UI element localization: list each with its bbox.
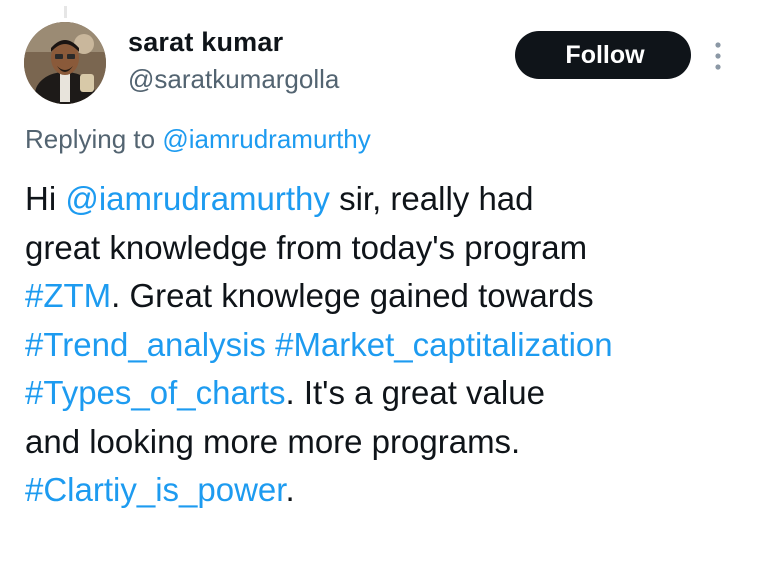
avatar[interactable] (24, 22, 106, 104)
hashtag-link[interactable]: #ZTM (25, 277, 111, 314)
follow-button[interactable]: Follow (515, 31, 691, 79)
profile-photo-icon (24, 22, 106, 104)
tweet-text-segment: . (285, 471, 295, 508)
tweet-text-segment (266, 326, 275, 363)
tweet-line: #Clartiy_is_power. (25, 466, 755, 515)
hashtag-link[interactable]: #Clartiy_is_power (25, 471, 285, 508)
vertical-ellipsis-icon[interactable] (712, 41, 724, 71)
tweet-text-segment: . It's a great value (285, 374, 545, 411)
tweet-line: and looking more more programs. (25, 418, 755, 467)
tweet-text: Hi @iamrudramurthy sir, really had great … (25, 175, 755, 515)
hashtag-link[interactable]: #Types_of_charts (25, 374, 286, 411)
mention-link[interactable]: @iamrudramurthy (65, 180, 330, 217)
user-handle[interactable]: @saratkumargolla (128, 64, 339, 95)
display-name[interactable]: sarat kumar (128, 27, 283, 58)
hashtag-link[interactable]: #Market_captitalization (275, 326, 613, 363)
replying-to-line: Replying to @iamrudramurthy (25, 124, 371, 155)
tweet-line: Hi @iamrudramurthy sir, really had (25, 175, 755, 224)
tweet-text-segment: . Great knowlege gained towards (111, 277, 594, 314)
tweet-text-segment: and looking more more programs. (25, 422, 521, 460)
divider-mark (64, 6, 67, 18)
tweet-text-segment: great knowledge from today's program (25, 228, 588, 266)
replying-to-label: Replying to (25, 124, 163, 154)
hashtag-link[interactable]: #Trend_analysis (25, 326, 266, 363)
tweet-line: #Types_of_charts. It's a great value (25, 369, 755, 418)
tweet-line: #ZTM. Great knowlege gained towards (25, 272, 755, 321)
replying-to-mention[interactable]: @iamrudramurthy (162, 124, 370, 154)
tweet-line: great knowledge from today's program (25, 224, 755, 273)
tweet-line: #Trend_analysis #Market_captitalization (25, 321, 755, 370)
tweet-text-segment: Hi (25, 180, 66, 217)
tweet-text-segment: sir, really had (329, 180, 534, 217)
